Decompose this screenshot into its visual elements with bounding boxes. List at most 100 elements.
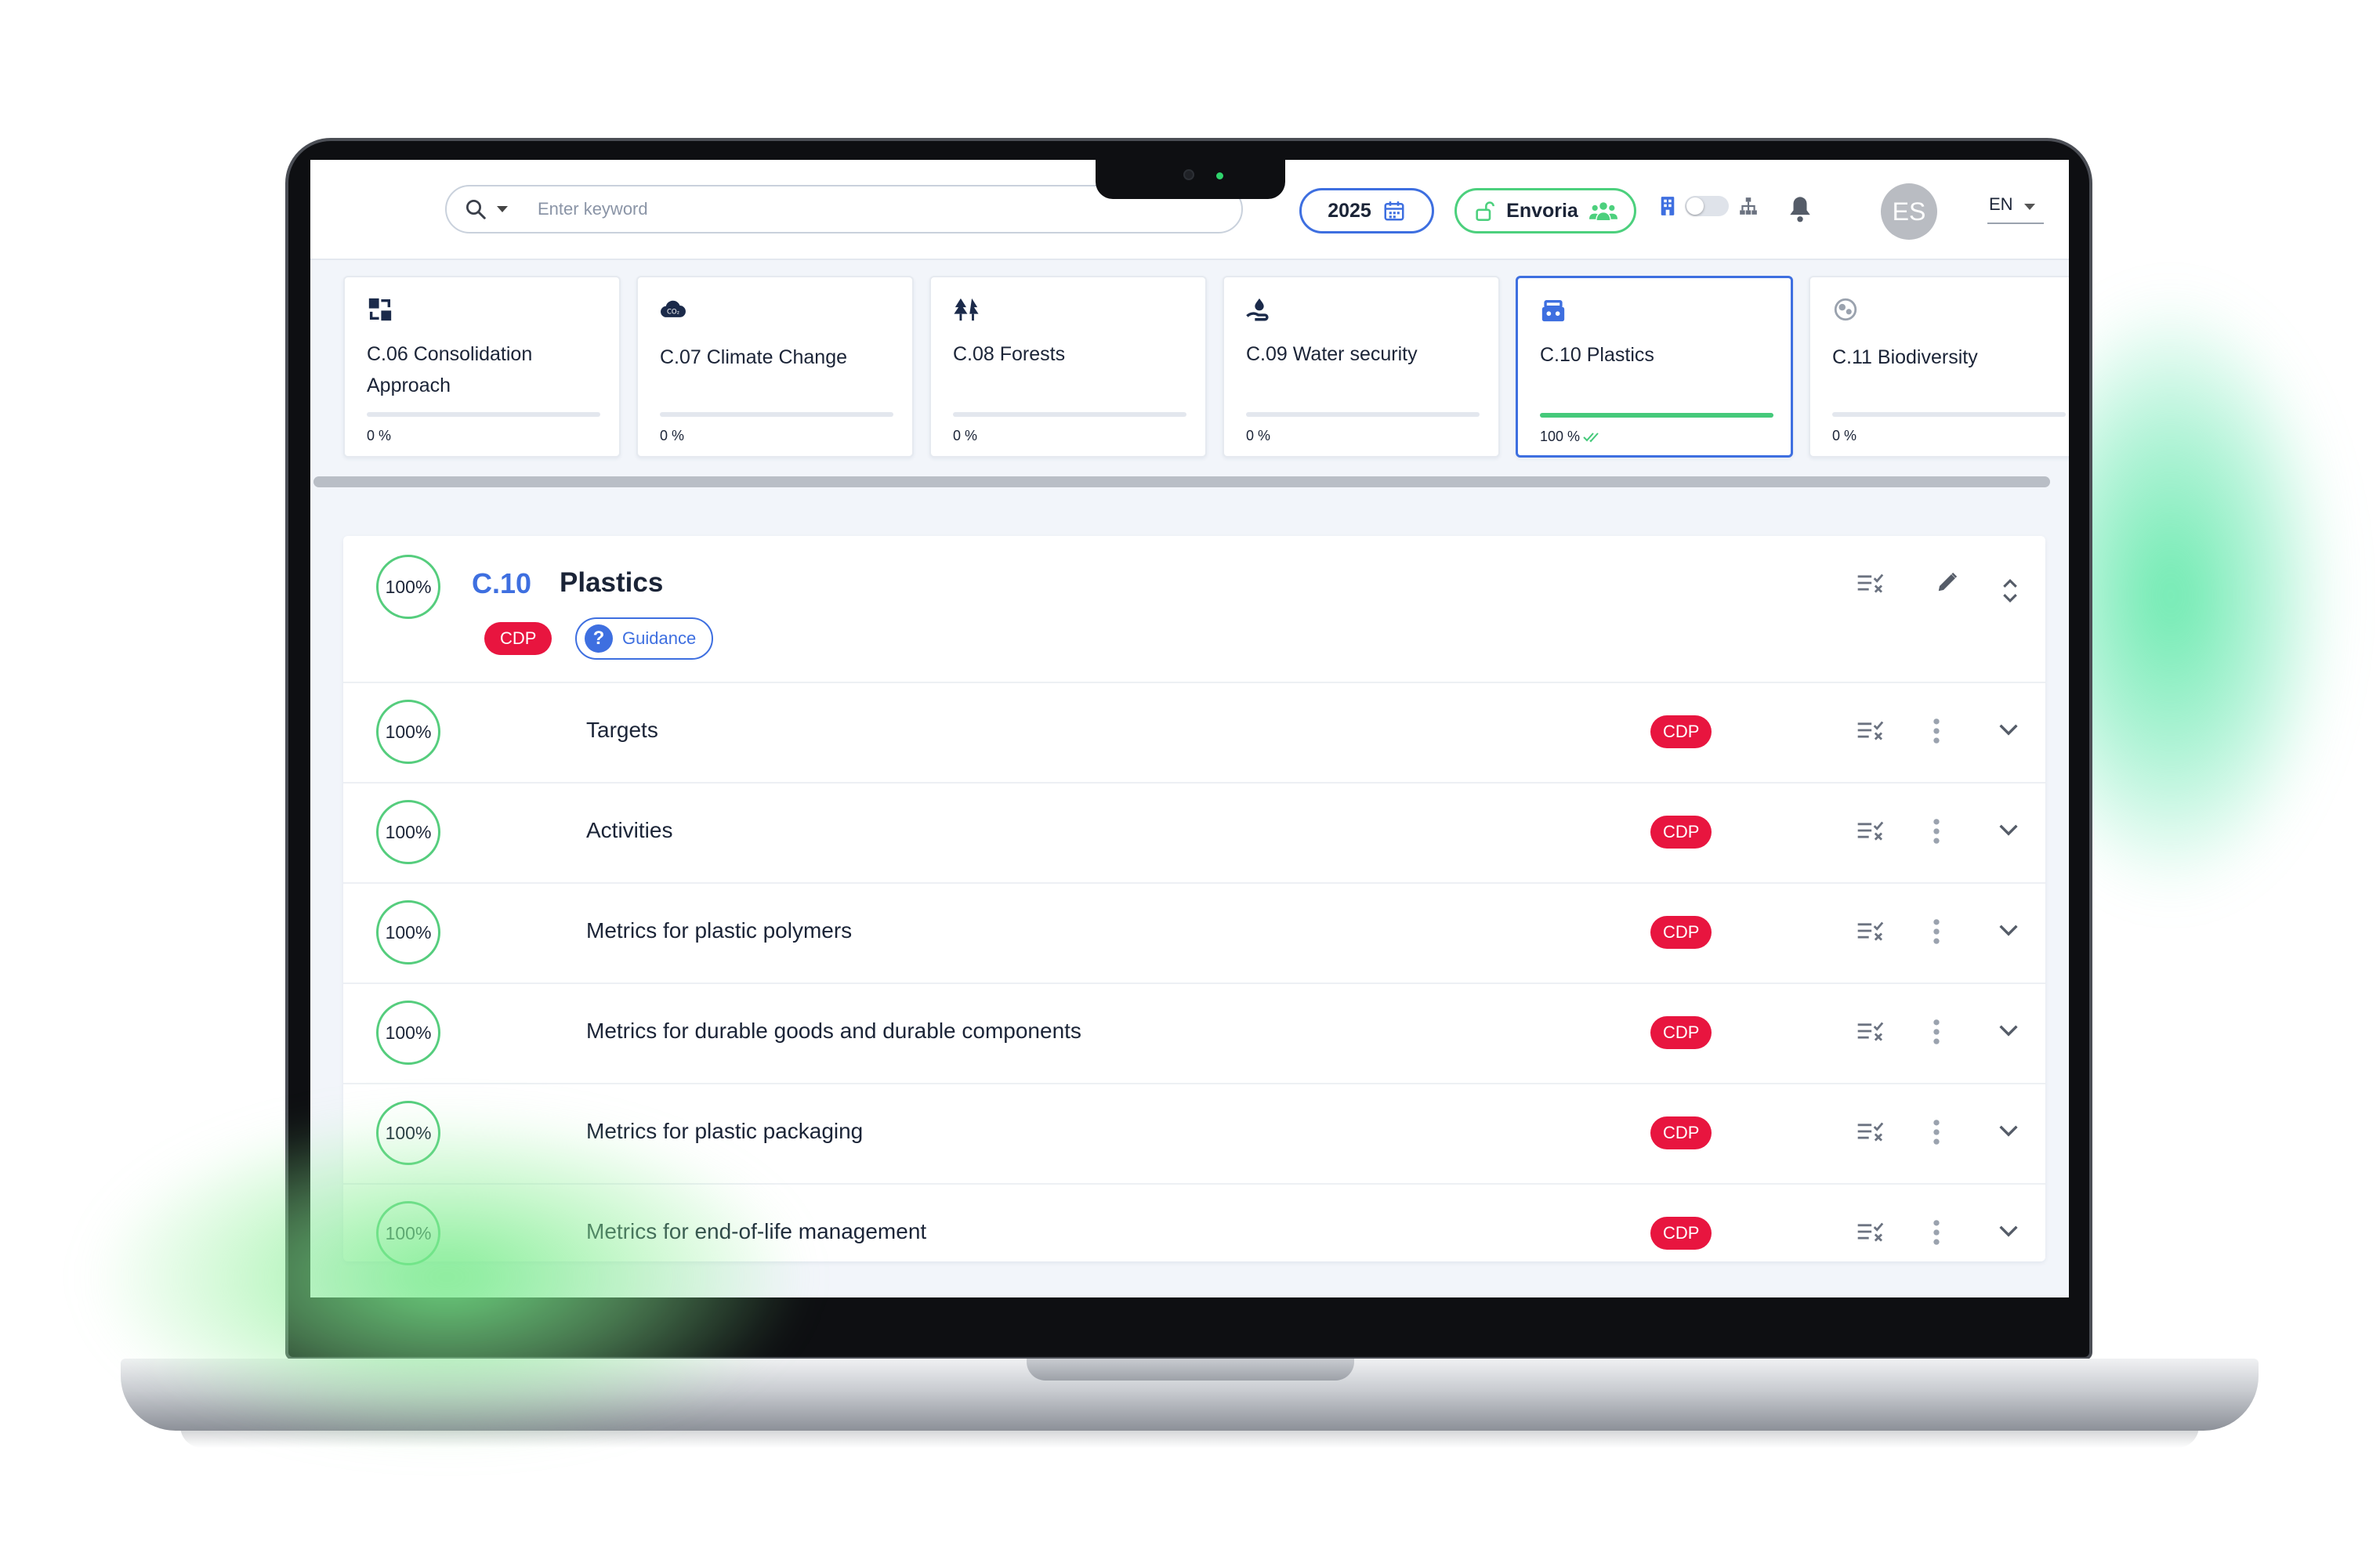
chevron-down-icon[interactable] bbox=[1998, 923, 2019, 937]
module-cards: C.06 Consolidation Approach 0 % CO₂ C.07… bbox=[343, 276, 2069, 458]
notifications-bell-icon[interactable] bbox=[1787, 194, 1813, 224]
checklist-icon[interactable] bbox=[1856, 719, 1886, 741]
search-scope-chevron-down-icon[interactable] bbox=[497, 206, 508, 212]
language-value: EN bbox=[1989, 194, 2013, 214]
consolidation-icon bbox=[368, 298, 392, 321]
subsection-row[interactable]: 100% Metrics for durable goods and durabl… bbox=[343, 983, 2045, 1080]
more-vertical-icon[interactable] bbox=[1933, 1019, 1940, 1045]
chevron-down-icon[interactable] bbox=[1998, 1224, 2019, 1238]
expand-collapse-icon[interactable] bbox=[2001, 577, 2019, 605]
hierarchy-icon[interactable] bbox=[1738, 196, 1759, 216]
row-cdp-badge: CDP bbox=[1650, 1217, 1712, 1250]
svg-text:CO₂: CO₂ bbox=[667, 309, 679, 317]
language-selector[interactable]: EN bbox=[1987, 194, 2044, 224]
chevron-down-icon[interactable] bbox=[1998, 1023, 2019, 1037]
plastics-basket-icon bbox=[1541, 299, 1565, 322]
guidance-label: Guidance bbox=[622, 628, 697, 648]
chevron-down-icon[interactable] bbox=[1998, 1124, 2019, 1138]
checklist-icon[interactable] bbox=[1856, 1020, 1886, 1042]
edit-pencil-icon[interactable] bbox=[1936, 570, 1959, 594]
more-vertical-icon[interactable] bbox=[1933, 818, 1940, 845]
row-cdp-badge: CDP bbox=[1650, 1016, 1712, 1049]
search-placeholder: Enter keyword bbox=[538, 199, 648, 219]
section-title: Plastics bbox=[560, 567, 664, 598]
section-code: C.10 bbox=[472, 567, 532, 599]
module-card-label: C.11 Biodiversity bbox=[1832, 346, 1978, 368]
more-vertical-icon[interactable] bbox=[1933, 718, 1940, 744]
module-card-label: C.10 Plastics bbox=[1540, 344, 1654, 366]
row-cdp-badge: CDP bbox=[1650, 816, 1712, 849]
unlock-icon bbox=[1476, 201, 1495, 221]
row-progress-ring: 100% bbox=[376, 800, 440, 864]
row-progress-ring: 100% bbox=[376, 700, 440, 764]
module-progress-bar bbox=[953, 412, 1186, 417]
more-vertical-icon[interactable] bbox=[1933, 1119, 1940, 1145]
search-icon bbox=[466, 200, 486, 219]
team-icon bbox=[1588, 202, 1617, 220]
module-progress-bar bbox=[367, 412, 600, 417]
laptop-opening-notch bbox=[1027, 1359, 1354, 1381]
section-progress-ring: 100% bbox=[376, 555, 440, 619]
module-progress-text: 0 % bbox=[660, 428, 685, 443]
module-progress-bar bbox=[660, 412, 893, 417]
view-toggle-switch[interactable] bbox=[1685, 196, 1729, 216]
module-progress-text: 0 % bbox=[1246, 428, 1271, 443]
module-card-c10[interactable]: C.10 Plastics 100 % bbox=[1516, 276, 1793, 458]
row-cdp-badge: CDP bbox=[1650, 715, 1712, 748]
row-title: Activities bbox=[586, 818, 673, 842]
checklist-icon[interactable] bbox=[1856, 820, 1886, 841]
module-card-c11[interactable]: C.11 Biodiversity 0 % bbox=[1809, 276, 2069, 458]
camera-icon bbox=[1183, 169, 1194, 180]
subsection-row[interactable]: 100% Activities CDP bbox=[343, 782, 2045, 879]
row-cdp-badge: CDP bbox=[1650, 916, 1712, 949]
module-card-c09[interactable]: C.09 Water security 0 % bbox=[1223, 276, 1500, 458]
forest-icon bbox=[954, 298, 979, 321]
more-vertical-icon[interactable] bbox=[1933, 1219, 1940, 1246]
row-title: Targets bbox=[586, 718, 658, 742]
more-vertical-icon[interactable] bbox=[1933, 918, 1940, 945]
year-selector[interactable]: 2025 bbox=[1299, 188, 1434, 233]
guidance-button[interactable]: ? Guidance bbox=[575, 617, 714, 660]
module-progress-bar bbox=[1246, 412, 1480, 417]
cards-horizontal-scrollbar[interactable] bbox=[313, 476, 2050, 487]
module-card-c06[interactable]: C.06 Consolidation Approach 0 % bbox=[343, 276, 621, 458]
subsection-row[interactable]: 100% Metrics for plastic polymers CDP bbox=[343, 882, 2045, 979]
camera-led-icon bbox=[1216, 172, 1223, 179]
row-cdp-badge: CDP bbox=[1650, 1116, 1712, 1149]
section-cdp-badge: CDP bbox=[484, 622, 552, 655]
double-check-icon bbox=[1583, 432, 1599, 442]
module-progress-bar bbox=[1832, 412, 2066, 417]
module-progress-fill bbox=[1540, 413, 1773, 418]
camera-notch bbox=[1096, 155, 1285, 199]
module-card-label: C.09 Water security bbox=[1246, 343, 1418, 365]
user-avatar[interactable]: ES bbox=[1881, 183, 1937, 240]
module-card-label: C.08 Forests bbox=[953, 343, 1066, 365]
module-card-label: C.07 Climate Change bbox=[660, 346, 848, 368]
row-title: Metrics for plastic polymers bbox=[586, 918, 853, 943]
subsection-row[interactable]: 100% Targets CDP bbox=[343, 682, 2045, 779]
module-progress-text: 0 % bbox=[367, 428, 392, 443]
row-progress-ring: 100% bbox=[376, 900, 440, 964]
checklist-icon[interactable] bbox=[1856, 1120, 1886, 1142]
module-card-c08[interactable]: C.08 Forests 0 % bbox=[929, 276, 1207, 458]
water-hand-icon bbox=[1246, 298, 1269, 321]
building-icon[interactable] bbox=[1660, 196, 1675, 216]
checklist-icon[interactable] bbox=[1856, 1221, 1886, 1243]
year-value: 2025 bbox=[1328, 199, 1371, 222]
module-progress-text: 0 % bbox=[953, 428, 978, 443]
organization-selector[interactable]: Envoria bbox=[1454, 188, 1636, 233]
row-progress-ring: 100% bbox=[376, 1001, 440, 1065]
marketing-mockup: Enter keyword 2025 Envoria ES EN C.06 Co… bbox=[0, 0, 2380, 1567]
biodiversity-icon bbox=[1834, 298, 1857, 321]
calendar-icon bbox=[1384, 201, 1404, 221]
checklist-icon[interactable] bbox=[1856, 920, 1886, 942]
language-chevron-down-icon bbox=[2023, 204, 2035, 210]
section-checklist-icon[interactable] bbox=[1856, 572, 1886, 594]
chevron-down-icon[interactable] bbox=[1998, 823, 2019, 837]
module-card-label: C.06 Consolidation Approach bbox=[367, 343, 533, 396]
module-card-c07[interactable]: CO₂ C.07 Climate Change 0 % bbox=[636, 276, 914, 458]
row-title: Metrics for durable goods and durable co… bbox=[586, 1019, 1081, 1043]
organization-name: Envoria bbox=[1506, 199, 1578, 222]
chevron-down-icon[interactable] bbox=[1998, 722, 2019, 736]
green-glow-left bbox=[94, 1113, 799, 1442]
